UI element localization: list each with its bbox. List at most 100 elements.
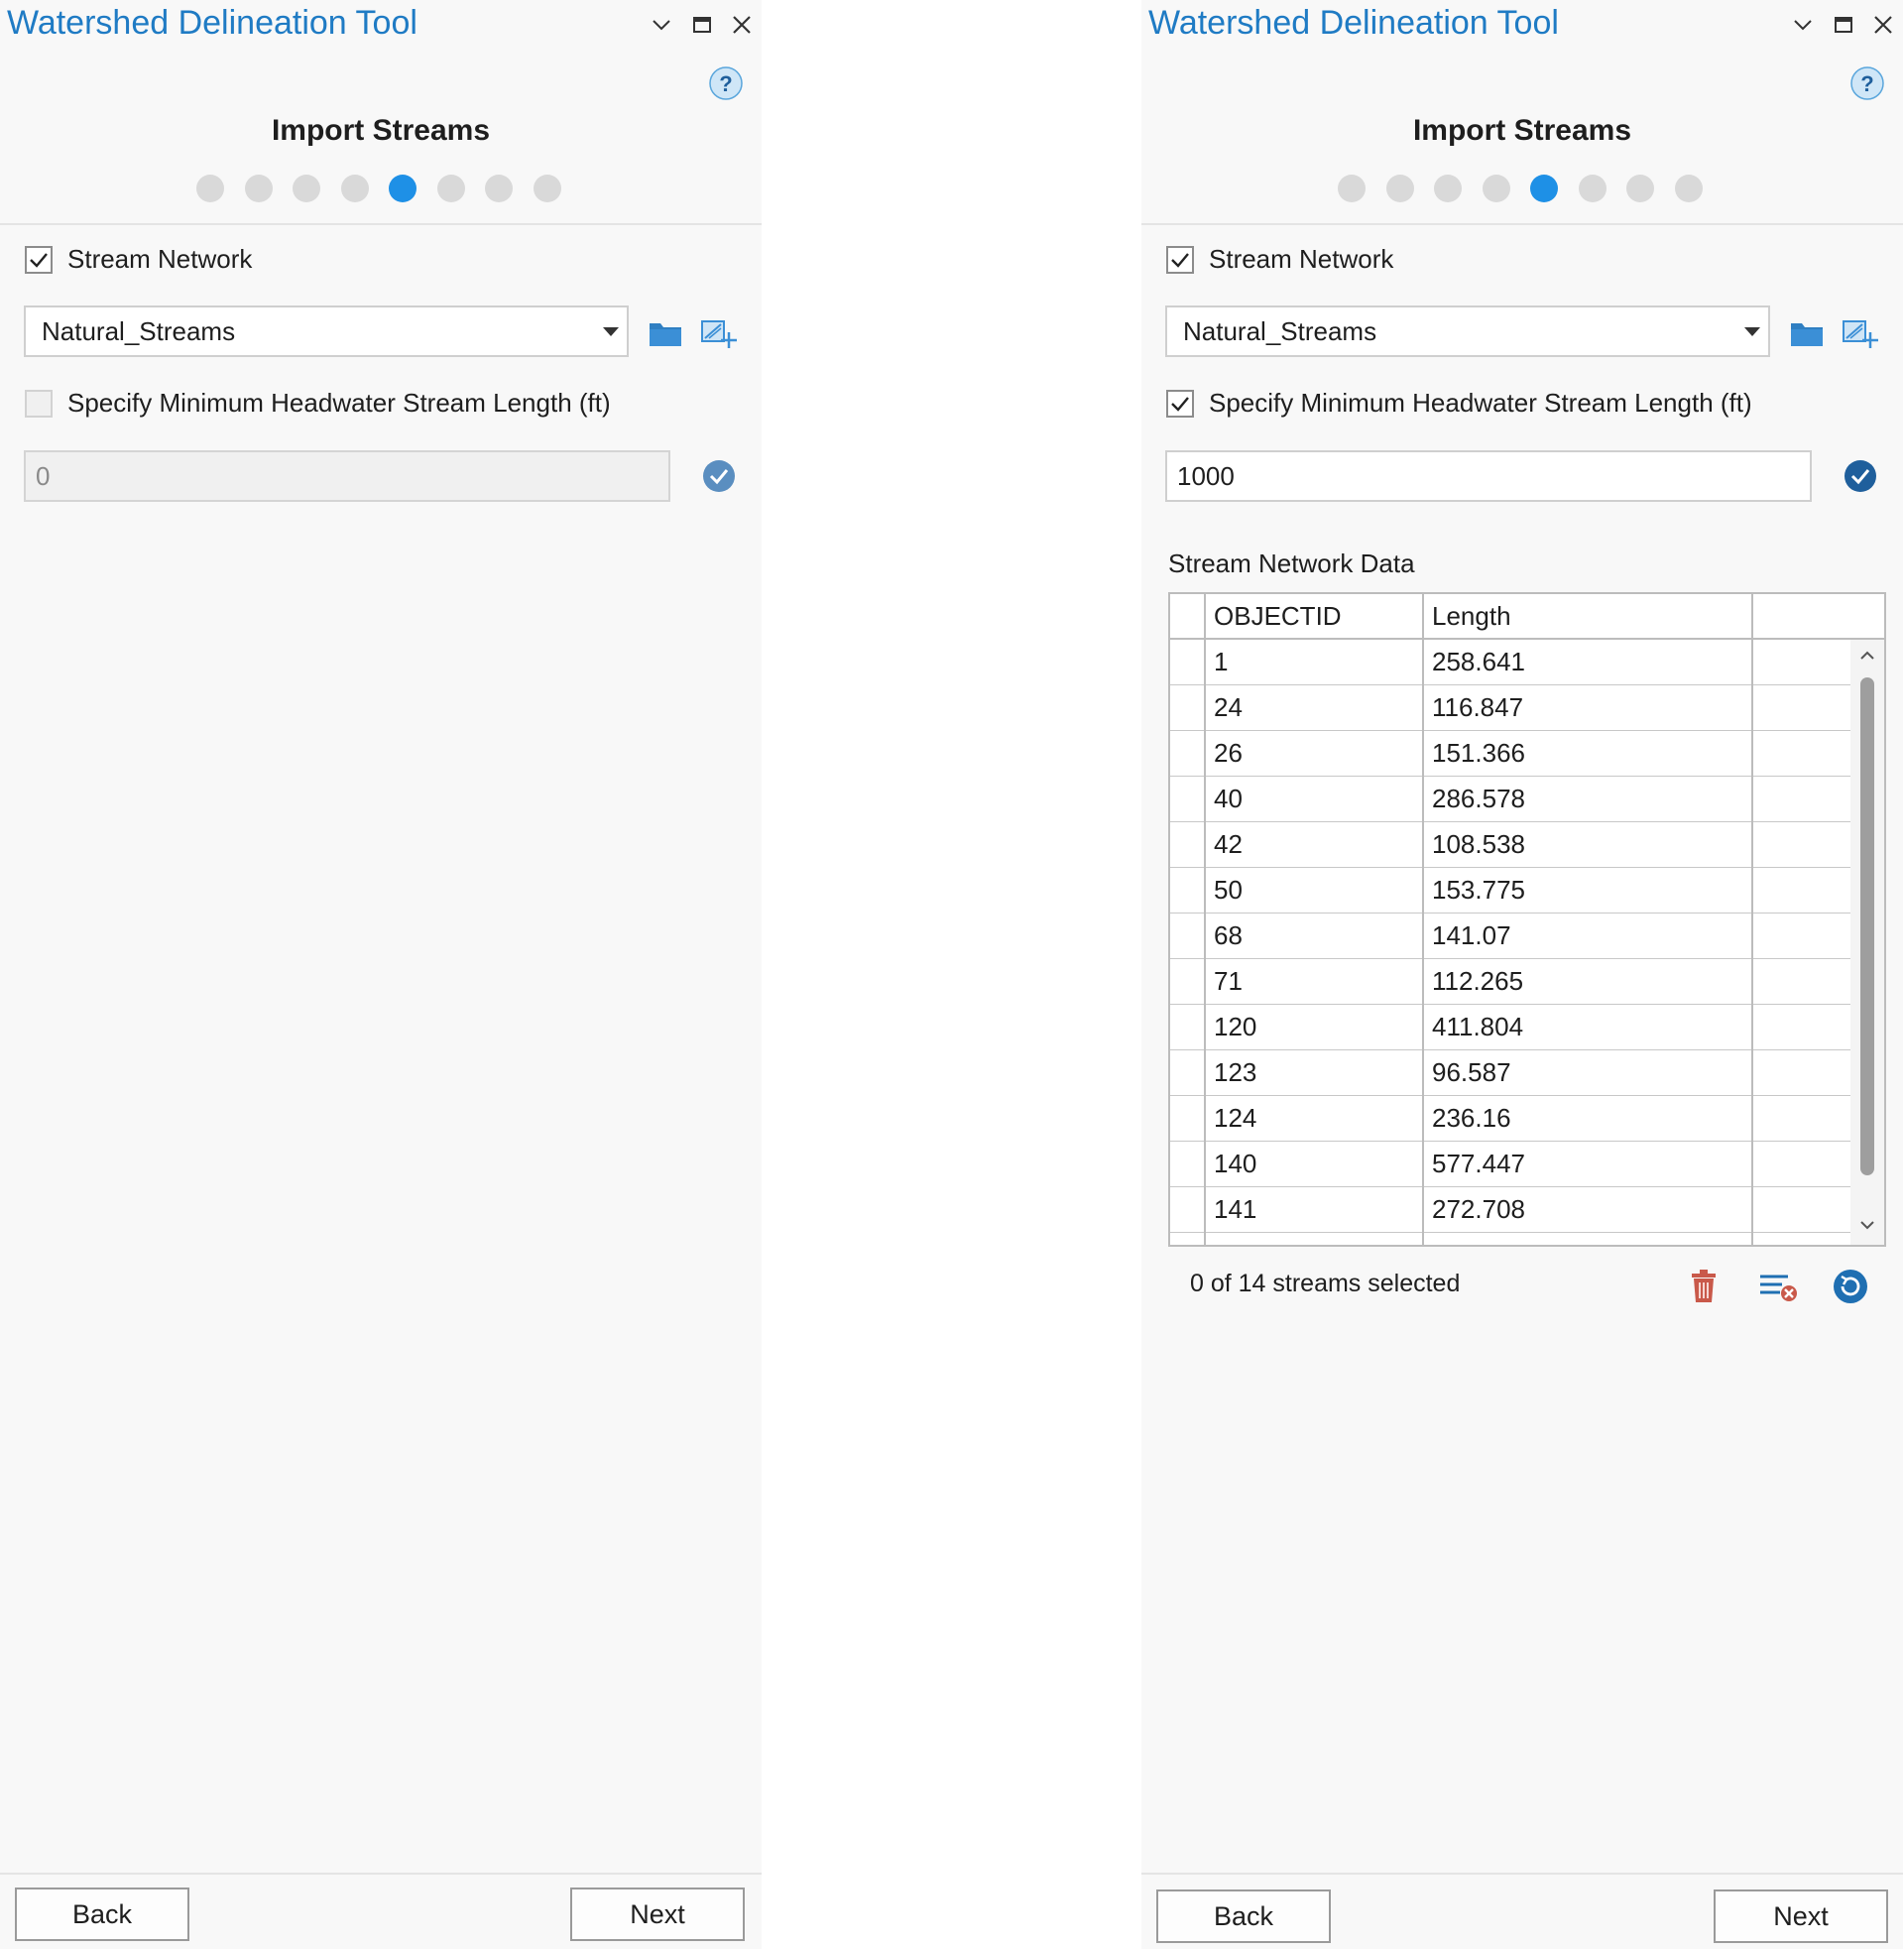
selection-status: 0 of 14 streams selected bbox=[1190, 1270, 1461, 1297]
cell-length: 108.538 bbox=[1432, 829, 1525, 859]
folder-icon[interactable] bbox=[646, 315, 685, 351]
folder-icon[interactable] bbox=[1787, 315, 1827, 351]
min-length-input[interactable] bbox=[1165, 450, 1812, 502]
stream-layer-value: Natural_Streams bbox=[42, 316, 236, 346]
stream-data-table: OBJECTID Length 1 258.641 24 116.847 26 … bbox=[1168, 592, 1886, 1247]
back-button[interactable]: Back bbox=[1156, 1889, 1331, 1943]
cell-objectid: 68 bbox=[1214, 920, 1243, 950]
stream-network-label: Stream Network bbox=[67, 244, 253, 274]
table-row[interactable]: 68 141.07 bbox=[1170, 914, 1850, 959]
table-row[interactable]: 71 112.265 bbox=[1170, 959, 1850, 1005]
step-dot bbox=[485, 175, 513, 202]
next-button[interactable]: Next bbox=[570, 1888, 745, 1941]
table-row[interactable]: 120 411.804 bbox=[1170, 1005, 1850, 1050]
footer-divider bbox=[0, 1873, 762, 1875]
close-icon[interactable] bbox=[727, 10, 757, 40]
step-dot bbox=[1578, 175, 1606, 202]
cell-length: 236.16 bbox=[1432, 1103, 1511, 1133]
stream-layer-value: Natural_Streams bbox=[1183, 316, 1377, 346]
cell-length: 258.641 bbox=[1432, 647, 1525, 676]
step-indicator bbox=[1338, 175, 1707, 202]
maximize-icon[interactable] bbox=[687, 10, 717, 40]
cell-length: 577.447 bbox=[1432, 1149, 1525, 1178]
trash-icon[interactable] bbox=[1686, 1267, 1722, 1306]
svg-text:?: ? bbox=[1860, 71, 1873, 96]
add-feature-icon[interactable] bbox=[698, 315, 738, 351]
step-dot bbox=[293, 175, 320, 202]
back-button[interactable]: Back bbox=[15, 1888, 189, 1941]
table-row[interactable]: 140 577.447 bbox=[1170, 1142, 1850, 1187]
scrollbar-thumb[interactable] bbox=[1860, 677, 1874, 1175]
table-row[interactable]: 124 236.16 bbox=[1170, 1096, 1850, 1142]
chevron-down-icon[interactable] bbox=[647, 10, 676, 40]
table-row[interactable]: 40 286.578 bbox=[1170, 777, 1850, 822]
cell-objectid: 42 bbox=[1214, 829, 1243, 859]
cell-length: 96.587 bbox=[1432, 1057, 1511, 1087]
help-icon[interactable]: ? bbox=[708, 65, 744, 101]
table-row[interactable]: 26 151.366 bbox=[1170, 731, 1850, 777]
table-row[interactable]: 141 272.708 bbox=[1170, 1187, 1850, 1233]
column-divider bbox=[1751, 594, 1753, 1245]
cell-objectid: 141 bbox=[1214, 1194, 1257, 1224]
min-length-label: Specify Minimum Headwater Stream Length … bbox=[67, 388, 611, 418]
title-bar: Watershed Delineation Tool bbox=[0, 0, 762, 52]
column-header-objectid[interactable]: OBJECTID bbox=[1214, 601, 1342, 632]
check-circle-icon[interactable] bbox=[699, 456, 739, 496]
cell-length: 141.07 bbox=[1432, 920, 1511, 950]
wizard-panel-right: Watershed Delineation Tool ? Import Stre… bbox=[1141, 0, 1903, 1949]
stream-network-checkbox[interactable] bbox=[25, 246, 53, 274]
table-row[interactable]: 1 258.641 bbox=[1170, 640, 1850, 685]
title-bar: Watershed Delineation Tool bbox=[1141, 0, 1903, 52]
table-row[interactable]: 123 96.587 bbox=[1170, 1050, 1850, 1096]
cell-objectid: 124 bbox=[1214, 1103, 1257, 1133]
step-dot bbox=[533, 175, 561, 202]
cell-length: 153.775 bbox=[1432, 875, 1525, 905]
stream-layer-dropdown[interactable]: Natural_Streams bbox=[1165, 305, 1770, 357]
wizard-panel-left: Watershed Delineation Tool ? Import Stre… bbox=[0, 0, 762, 1949]
stream-network-checkbox[interactable] bbox=[1166, 246, 1194, 274]
scroll-down-icon[interactable] bbox=[1859, 1217, 1875, 1233]
panel-title: Watershed Delineation Tool bbox=[7, 4, 417, 42]
svg-text:?: ? bbox=[719, 71, 732, 96]
check-circle-icon[interactable] bbox=[1841, 456, 1880, 496]
cell-objectid: 24 bbox=[1214, 692, 1243, 722]
column-header-length[interactable]: Length bbox=[1432, 601, 1511, 632]
table-scrollbar[interactable] bbox=[1850, 640, 1884, 1245]
help-icon[interactable]: ? bbox=[1849, 65, 1885, 101]
next-button[interactable]: Next bbox=[1714, 1889, 1888, 1943]
refresh-icon[interactable] bbox=[1831, 1267, 1870, 1306]
step-title: Import Streams bbox=[1412, 114, 1632, 147]
panel-title: Watershed Delineation Tool bbox=[1148, 4, 1559, 42]
cell-objectid: 120 bbox=[1214, 1012, 1257, 1041]
add-feature-icon[interactable] bbox=[1840, 315, 1879, 351]
step-dot bbox=[1338, 175, 1366, 202]
footer-divider bbox=[1141, 1873, 1903, 1875]
cell-objectid: 71 bbox=[1214, 966, 1243, 996]
table-row[interactable]: 50 153.775 bbox=[1170, 868, 1850, 914]
cell-length: 151.366 bbox=[1432, 738, 1525, 768]
close-icon[interactable] bbox=[1868, 10, 1898, 40]
stream-layer-dropdown[interactable]: Natural_Streams bbox=[24, 305, 629, 357]
step-dot-active bbox=[1530, 175, 1558, 202]
maximize-icon[interactable] bbox=[1829, 10, 1858, 40]
min-length-checkbox[interactable] bbox=[25, 390, 53, 418]
clear-selection-icon[interactable] bbox=[1756, 1269, 1800, 1304]
scroll-up-icon[interactable] bbox=[1859, 648, 1875, 664]
min-length-checkbox[interactable] bbox=[1166, 390, 1194, 418]
dropdown-arrow-icon bbox=[603, 327, 619, 336]
chevron-down-icon[interactable] bbox=[1788, 10, 1818, 40]
table-row[interactable]: 42 108.538 bbox=[1170, 822, 1850, 868]
min-length-input[interactable] bbox=[24, 450, 670, 502]
step-dot bbox=[1434, 175, 1462, 202]
cell-length: 411.804 bbox=[1432, 1012, 1524, 1041]
cell-objectid: 1 bbox=[1214, 647, 1229, 676]
table-row[interactable]: 24 116.847 bbox=[1170, 685, 1850, 731]
cell-length: 286.578 bbox=[1432, 784, 1525, 813]
step-dot bbox=[244, 175, 273, 202]
dropdown-arrow-icon bbox=[1744, 327, 1760, 336]
step-dot bbox=[340, 175, 369, 202]
cell-objectid: 140 bbox=[1214, 1149, 1257, 1178]
cell-length: 116.847 bbox=[1432, 692, 1524, 722]
step-title: Import Streams bbox=[271, 114, 491, 147]
step-dot-active bbox=[389, 175, 416, 202]
